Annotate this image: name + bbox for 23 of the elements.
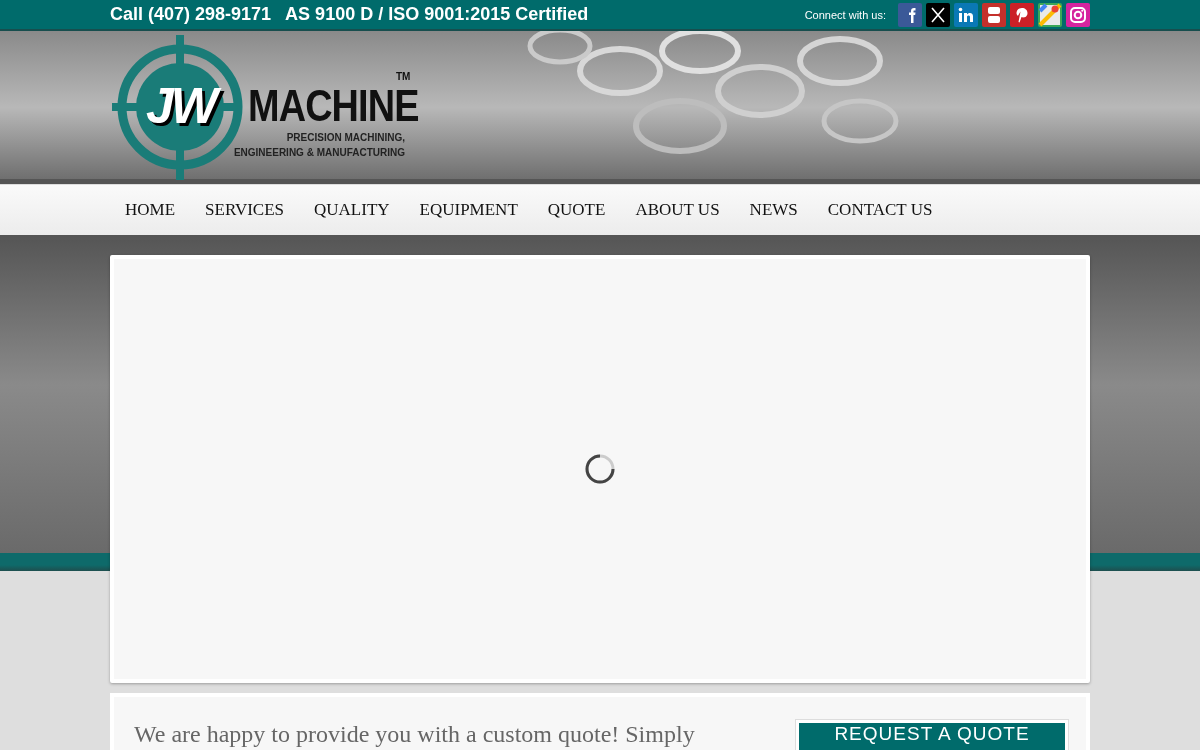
nav-link[interactable]: QUALITY: [299, 200, 405, 220]
request-quote-button[interactable]: REQUEST A QUOTE: [796, 720, 1068, 750]
instagram-icon[interactable]: [1066, 2, 1090, 27]
logo-tagline: ENGINEERING & MANUFACTURING: [233, 147, 405, 158]
facebook-icon[interactable]: [898, 2, 922, 27]
nav-link[interactable]: HOME: [110, 200, 191, 220]
x-icon[interactable]: [926, 2, 950, 27]
nav-link[interactable]: EQUIPMENT: [404, 200, 533, 220]
logo-tagline: PRECISION MACHINING,: [286, 132, 405, 143]
pinterest-icon[interactable]: [1010, 2, 1034, 27]
nav-link[interactable]: ABOUT US: [620, 200, 735, 220]
nav-link[interactable]: CONTACT US: [812, 200, 948, 220]
certification-text: AS 9100 D / ISO 9001:2015 Certified: [285, 4, 589, 25]
linkedin-icon[interactable]: [954, 2, 978, 27]
trademark-mark: TM: [396, 71, 411, 82]
nav-link[interactable]: SERVICES: [190, 200, 299, 220]
nav-link[interactable]: QUOTE: [532, 200, 621, 220]
quote-intro-text: We are happy to provide you with a custom quote! Simply: [134, 721, 695, 748]
logo-name: MACHINE: [248, 81, 419, 131]
phone-number[interactable]: Call (407) 298-9171: [110, 4, 272, 25]
logo-initials: JW: [142, 77, 223, 135]
nav-link[interactable]: NEWS: [734, 200, 813, 220]
social-label: Connect with us:: [804, 8, 886, 21]
